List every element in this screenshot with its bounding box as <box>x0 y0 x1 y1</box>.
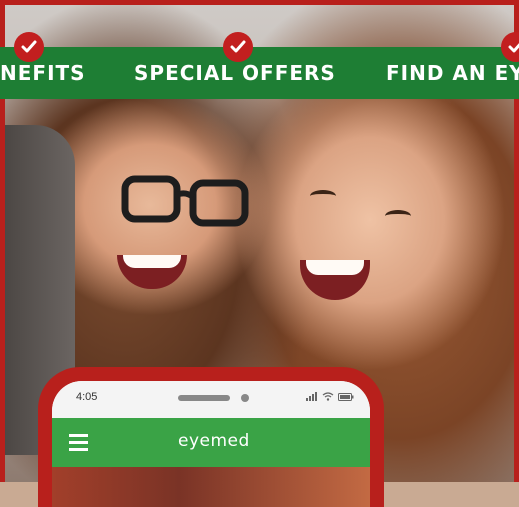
wifi-icon <box>322 392 334 401</box>
nav-item-label: SPECIAL OFFERS <box>134 61 336 85</box>
signal-icon <box>306 392 317 401</box>
nav-item-find-an-eye-doctor[interactable]: FIND AN EY <box>386 47 519 99</box>
smile <box>117 255 187 289</box>
app-logo: eyemed <box>178 431 250 451</box>
checkmark-icon <box>14 32 44 62</box>
hamburger-menu-icon[interactable] <box>69 434 88 455</box>
phone-mockup: 4:05 eyemed <box>38 367 384 507</box>
top-nav-bar: NEFITS SPECIAL OFFERS FIND AN EY <box>0 32 519 99</box>
front-camera <box>241 394 249 402</box>
battery-icon <box>338 392 354 401</box>
speaker-grille <box>178 395 230 401</box>
smile <box>300 260 370 300</box>
checkmark-icon <box>223 32 253 62</box>
status-icons <box>306 392 354 401</box>
eye <box>310 190 336 202</box>
nav-item-benefits[interactable]: NEFITS <box>0 47 86 99</box>
status-time: 4:05 <box>76 391 98 403</box>
app-content-image <box>52 467 370 507</box>
glasses-graphic <box>121 175 249 227</box>
phone-status-bar: 4:05 <box>52 381 370 418</box>
phone-screen: 4:05 eyemed <box>52 381 370 507</box>
nav-item-label: NEFITS <box>0 61 86 85</box>
eye <box>385 210 411 222</box>
app-header: eyemed <box>52 418 370 467</box>
nav-item-label: FIND AN EY <box>386 61 519 85</box>
